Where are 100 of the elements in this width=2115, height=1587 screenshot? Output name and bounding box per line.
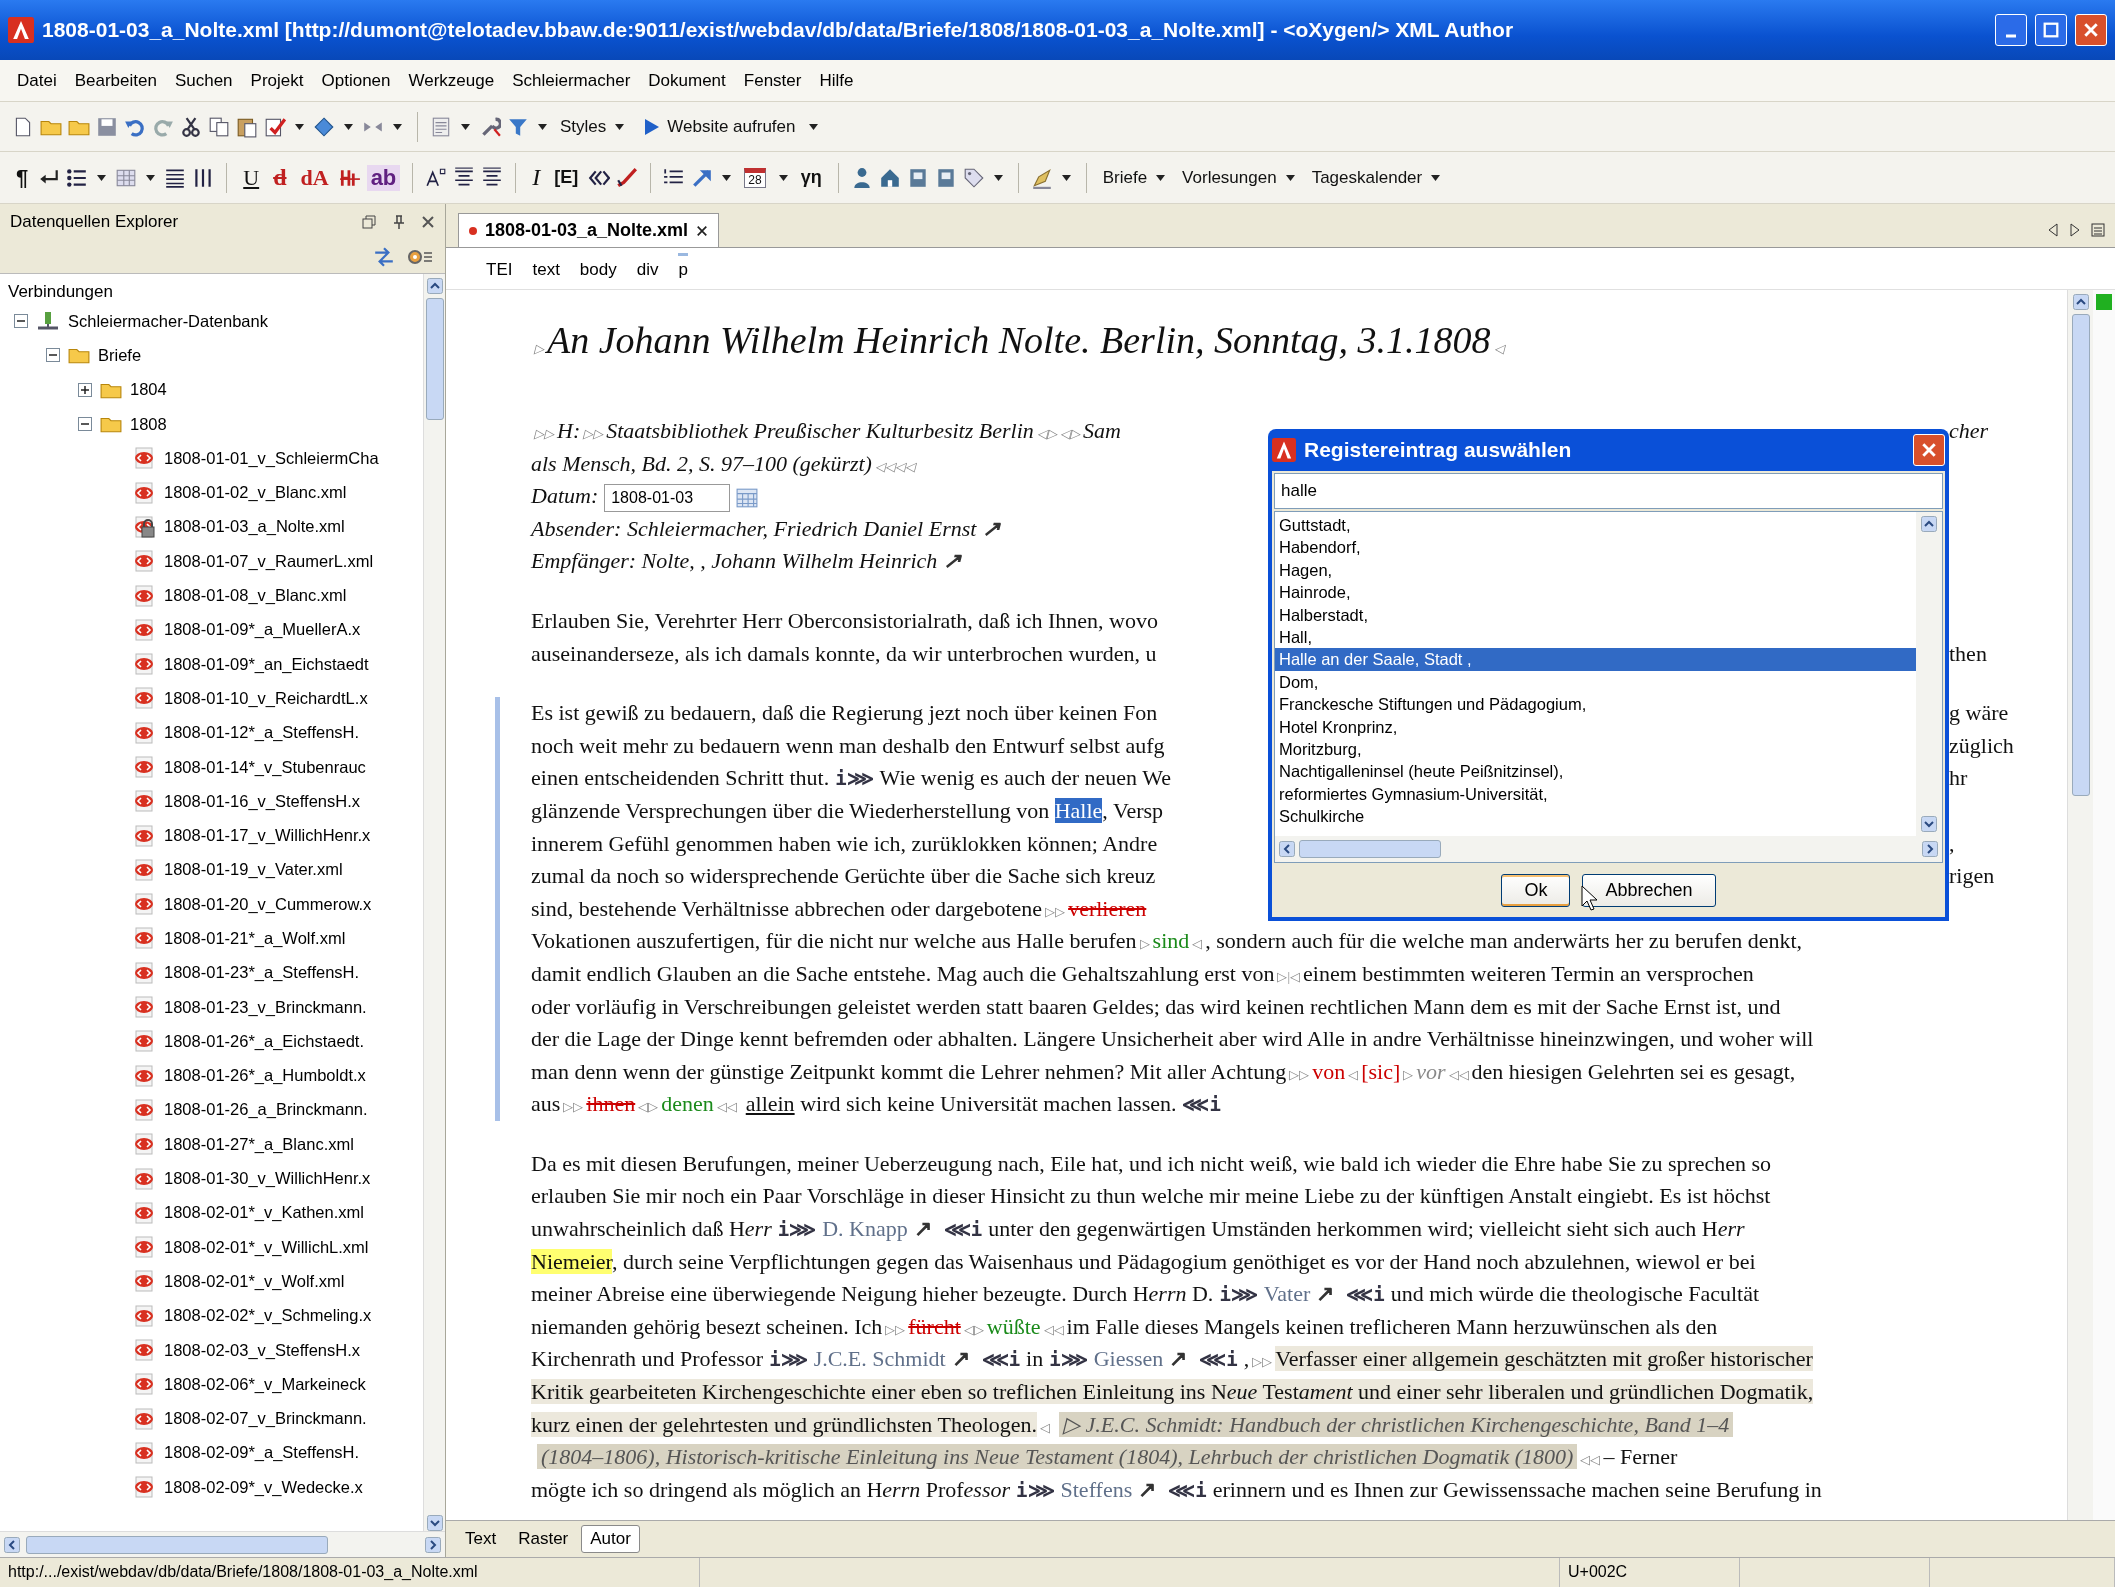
tree-item[interactable]: 1808-01-14*_v_Stubenrauc [164, 757, 366, 777]
list-item[interactable]: Hainrode, [1275, 581, 1916, 604]
tree-item[interactable]: 1808-01-20_v_Cummerow.x [164, 894, 372, 914]
marker-icon[interactable] [1030, 166, 1053, 189]
minimize-button[interactable] [1995, 14, 2027, 46]
breadcrumb-item[interactable]: text [532, 253, 560, 284]
caret-icon[interactable] [146, 174, 156, 181]
dropdown-button[interactable]: Styles [556, 116, 632, 137]
breadcrumb-item[interactable]: TEI [486, 253, 513, 284]
menu-item[interactable]: Schleiermacher [503, 66, 640, 95]
list-item[interactable]: Dom, [1275, 670, 1916, 694]
checkmark-icon[interactable] [264, 115, 286, 138]
tree-item[interactable]: 1808-01-07_v_RaumerL.xml [164, 551, 374, 571]
toolbar-button[interactable]: I [528, 164, 545, 191]
date-field[interactable]: 1808-01-03 [604, 484, 731, 513]
list-item[interactable]: Habendorf, [1275, 536, 1916, 559]
list-item[interactable]: Nachtigalleninsel (heute Peißnitzinsel), [1275, 760, 1916, 783]
tree-item[interactable]: 1808-01-09*_a_MuellerA.x [164, 620, 361, 640]
link[interactable]: Giessen [1093, 1346, 1164, 1372]
tree-item[interactable]: 1808-02-02*_v_Schmeling.x [164, 1306, 372, 1326]
list-icon[interactable] [66, 166, 89, 189]
link[interactable]: Steffens [1060, 1476, 1133, 1502]
link[interactable]: J.C.E. Schmidt [813, 1346, 946, 1372]
collapse-icon[interactable] [78, 417, 92, 432]
menu-item[interactable]: Dokument [639, 66, 735, 95]
toolbar-button[interactable]: Website aufrufen [637, 116, 800, 137]
list-item[interactable]: Hotel Kronprinz, [1275, 715, 1916, 738]
toolbar-button[interactable]: ¶ [12, 164, 33, 191]
expand-icon[interactable] [78, 382, 92, 397]
tree-item[interactable]: 1808-01-16_v_SteffensH.x [164, 791, 360, 811]
tree-item[interactable]: 1808-02-07_v_Brinckmann. [164, 1409, 367, 1429]
list-item[interactable]: Hagen, [1275, 558, 1916, 582]
caret-icon[interactable] [97, 174, 107, 181]
breadcrumb-item[interactable]: p [678, 253, 688, 284]
mode-tab[interactable]: Raster [509, 1525, 578, 1553]
menu-item[interactable]: Projekt [241, 66, 313, 95]
copy-icon[interactable] [208, 115, 230, 138]
link[interactable]: Vater [1263, 1281, 1311, 1307]
tree-item[interactable]: 1808-01-27*_a_Blanc.xml [164, 1134, 354, 1154]
tree-item[interactable]: 1808-01-30_v_WillichHenr.x [164, 1169, 371, 1189]
caret-icon[interactable] [461, 123, 470, 130]
tree-item[interactable]: 1808-02-01*_v_Kathen.xml [164, 1203, 364, 1223]
scroll-down-icon[interactable] [426, 1515, 443, 1531]
caret-icon[interactable] [393, 123, 402, 130]
toolbar-button[interactable]: U [239, 164, 264, 191]
list-item[interactable]: Schulkirche [1275, 805, 1916, 828]
tree-item[interactable]: 1808-01-10_v_ReichardtL.x [164, 688, 368, 708]
tree-item[interactable]: 1808-01-26*_a_Humboldt.x [164, 1066, 366, 1086]
maximize-button[interactable] [2035, 14, 2067, 46]
scroll-left-icon[interactable] [4, 1536, 20, 1553]
caret-icon[interactable] [344, 123, 353, 130]
dropdown-button[interactable]: Vorlesungen [1178, 167, 1302, 188]
sync-arrows-icon[interactable] [373, 245, 395, 268]
close-icon[interactable] [421, 215, 435, 229]
tree-item[interactable]: 1808-02-01*_v_Wolf.xml [164, 1271, 345, 1291]
collapse-icon[interactable] [14, 314, 28, 329]
scroll-right-icon[interactable] [425, 1536, 441, 1553]
scissors-icon[interactable] [180, 115, 202, 138]
close-button[interactable] [2075, 14, 2107, 46]
caret-icon[interactable] [1061, 174, 1071, 181]
editor-tab[interactable]: 1808-01-03_a_Nolte.xml [458, 213, 720, 247]
list-item[interactable]: Halberstadt, [1275, 603, 1916, 626]
tree-item[interactable]: 1808-01-02_v_Blanc.xml [164, 483, 347, 503]
scrollbar-thumb[interactable] [26, 1535, 328, 1554]
tree-item[interactable]: 1804 [130, 380, 167, 400]
scroll-down-icon[interactable] [1921, 816, 1937, 832]
tree-item[interactable]: 1808-02-09*_v_Wedecke.x [164, 1477, 363, 1497]
tree-item[interactable]: 1808-02-03_v_SteffensH.x [164, 1340, 360, 1360]
menu-item[interactable]: Hilfe [810, 66, 863, 95]
scroll-left-icon[interactable] [1279, 841, 1295, 857]
caret-icon[interactable] [538, 123, 547, 130]
close-icon[interactable] [696, 224, 709, 237]
breadcrumb-item[interactable]: body [579, 253, 617, 284]
calendar-icon[interactable] [736, 487, 759, 510]
tree-item[interactable]: Schleiermacher-Datenbank [68, 311, 268, 331]
mode-tab[interactable]: Autor [581, 1525, 640, 1553]
toolbar-button[interactable]: dA [296, 164, 333, 191]
right-triangle-icon[interactable] [2069, 223, 2081, 237]
close-button[interactable] [1913, 434, 1945, 466]
dropdown-button[interactable]: Tageskalender [1307, 167, 1448, 188]
tree-item[interactable]: 1808-01-21*_a_Wolf.xml [164, 929, 346, 948]
tree-item[interactable]: 1808-01-26_a_Brinckmann. [164, 1100, 368, 1120]
scroll-up-icon[interactable] [426, 278, 443, 294]
tree-item[interactable]: 1808-01-23_v_Brinckmann. [164, 997, 367, 1017]
collapse-icon[interactable] [46, 348, 60, 363]
dialog-button[interactable]: Ok [1501, 873, 1571, 907]
tree-item[interactable]: 1808-01-03_a_Nolte.xml [164, 517, 345, 537]
scroll-right-icon[interactable] [1922, 841, 1938, 857]
tree-item[interactable]: 1808-01-17_v_WillichHenr.x [164, 826, 371, 846]
menu-item[interactable]: Suchen [165, 66, 242, 95]
tree-item[interactable]: 1808-01-12*_a_SteffensH. [164, 723, 360, 743]
tree-item[interactable]: 1808 [130, 414, 167, 434]
superscript-icon[interactable] [425, 166, 448, 189]
list-item[interactable]: Halle an der Saale, Stadt , [1275, 648, 1916, 671]
list-item[interactable]: Franckesche Stiftungen und Pädagogium, [1275, 693, 1916, 716]
tree-item[interactable]: 1808-02-09*_a_SteffensH. [164, 1443, 360, 1463]
scrollbar-thumb[interactable] [2071, 314, 2090, 796]
pin-icon[interactable] [391, 214, 407, 230]
breadcrumb-item[interactable]: div [636, 253, 659, 284]
caret-icon[interactable] [808, 123, 818, 130]
